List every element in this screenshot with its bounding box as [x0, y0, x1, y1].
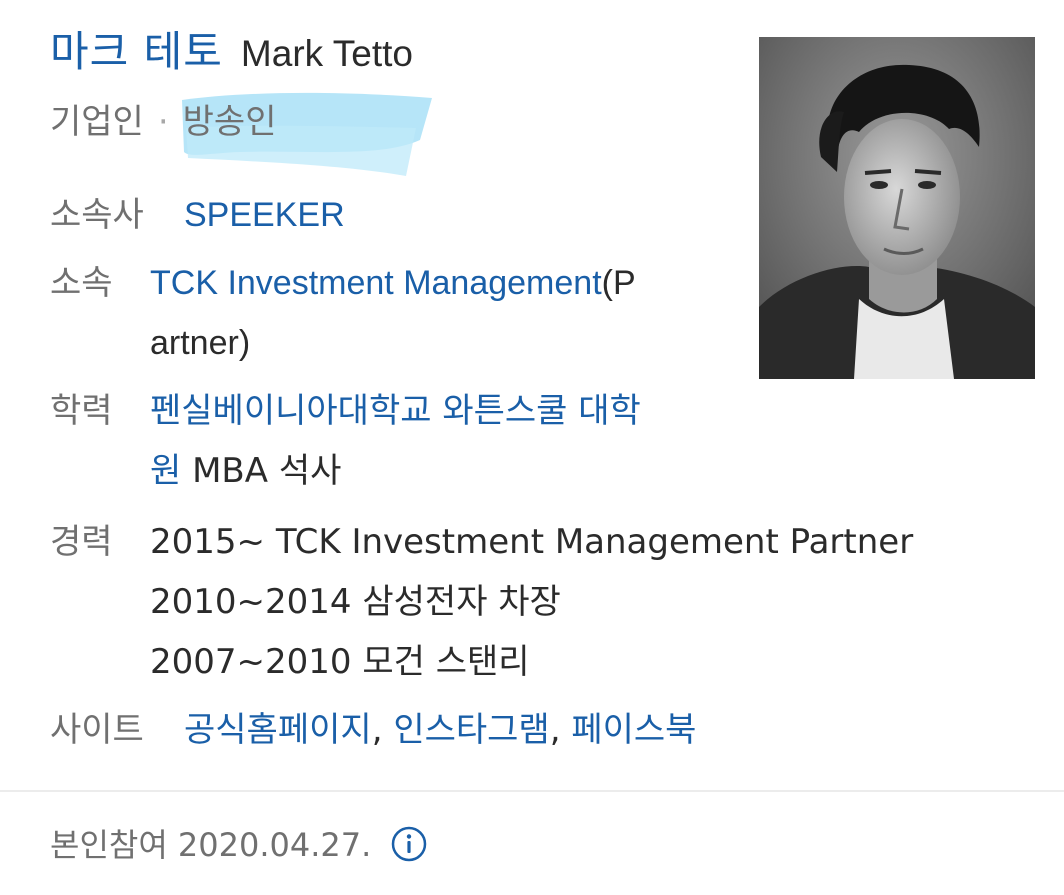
career-row: 경력 2015~ TCK Investment Management Partn…	[50, 512, 1010, 692]
sites-label: 사이트	[50, 710, 144, 750]
info-icon[interactable]	[391, 826, 427, 862]
occupation: 기업인 · 방송인	[50, 96, 277, 148]
affiliation-position-part1: (P	[601, 264, 636, 302]
education-link-line1[interactable]: 펜실베이니아대학교 와튼스쿨 대학	[150, 381, 641, 441]
profile-photo[interactable]	[759, 37, 1035, 379]
education-label: 학력	[50, 391, 113, 431]
divider	[0, 790, 1064, 792]
occupation-separator: ·	[157, 102, 169, 142]
career-label: 경력	[50, 522, 113, 562]
sites-row: 사이트 공식홈페이지, 인스타그램, 페이스북	[50, 700, 830, 760]
agency-label: 소속사	[50, 195, 144, 235]
affiliation-label: 소속	[50, 263, 113, 303]
name-english: Mark Tetto	[240, 33, 413, 74]
name-korean[interactable]: 마크 테토	[50, 27, 223, 76]
site-link-homepage[interactable]: 공식홈페이지	[184, 710, 372, 750]
site-link-facebook[interactable]: 페이스북	[571, 710, 696, 750]
education-degree: MBA 석사	[181, 451, 342, 491]
site-separator: ,	[549, 710, 561, 750]
occupation-businessman: 기업인	[50, 102, 144, 142]
education-row: 학력 펜실베이니아대학교 와튼스쿨 대학 원 MBA 석사	[50, 381, 750, 501]
site-link-instagram[interactable]: 인스타그램	[393, 710, 549, 750]
career-item: 2007~2010 모건 스탠리	[150, 642, 530, 682]
portrait-image	[759, 37, 1035, 379]
site-separator: ,	[371, 710, 383, 750]
self-participation-date: 본인참여 2020.04.27.	[50, 826, 372, 864]
agency-link[interactable]: SPEEKER	[184, 185, 345, 245]
profile-name: 마크 테토 Mark Tetto	[50, 26, 413, 80]
affiliation-link[interactable]: TCK Investment Management	[150, 264, 602, 302]
career-item: 2015~ TCK Investment Management Partner	[150, 522, 914, 562]
affiliation-position-part2: artner)	[150, 324, 251, 362]
agency-row: 소속사 SPEEKER	[50, 185, 710, 245]
career-item: 2010~2014 삼성전자 차장	[150, 582, 561, 622]
affiliation-row: 소속 TCK Investment Management(P artner)	[50, 253, 750, 373]
occupation-broadcaster: 방송인	[182, 102, 277, 142]
education-link-line2[interactable]: 원	[150, 451, 181, 491]
